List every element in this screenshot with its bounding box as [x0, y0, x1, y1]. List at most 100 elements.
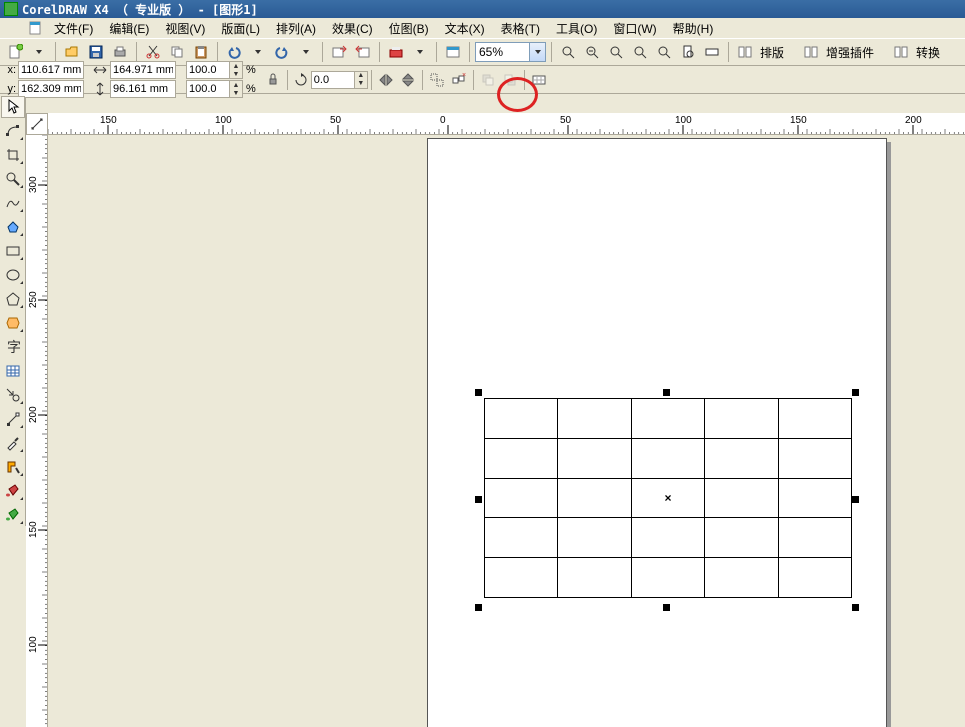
zoom-out-button[interactable]: [581, 41, 603, 63]
zoom-dropdown[interactable]: [530, 42, 546, 62]
handle-se[interactable]: [852, 604, 859, 611]
new-button[interactable]: [4, 41, 26, 63]
menu-item[interactable]: 窗口(W): [605, 18, 664, 39]
cut-button[interactable]: [142, 41, 164, 63]
welcome-button[interactable]: [442, 41, 464, 63]
menu-item[interactable]: 表格(T): [493, 18, 548, 39]
redo-button[interactable]: [271, 41, 293, 63]
ruler-horizontal[interactable]: 15010050050100150200250: [48, 113, 965, 135]
to-front-button[interactable]: [477, 69, 499, 91]
freehand-tool[interactable]: [1, 192, 25, 214]
menu-item[interactable]: 编辑(E): [101, 18, 157, 39]
convert-label[interactable]: 转换: [914, 44, 942, 61]
x-position-input[interactable]: [18, 61, 84, 79]
crop-tool[interactable]: [1, 144, 25, 166]
svg-text:150: 150: [100, 115, 117, 126]
menu-item[interactable]: 视图(V): [157, 18, 213, 39]
mirror-v-button[interactable]: [397, 69, 419, 91]
enhance-label[interactable]: 增强插件: [824, 44, 876, 61]
open-button[interactable]: [61, 41, 83, 63]
zoom-100-button[interactable]: [605, 41, 627, 63]
convert-curves-button[interactable]: [528, 69, 550, 91]
imposition-icon[interactable]: [734, 41, 756, 63]
zoom-input[interactable]: [475, 42, 530, 62]
ungroup-button[interactable]: [426, 69, 448, 91]
ungroup-all-button[interactable]: ×: [448, 69, 470, 91]
undo-button[interactable]: [223, 41, 245, 63]
copy-button[interactable]: [166, 41, 188, 63]
table-object[interactable]: ×: [484, 398, 852, 598]
interactive-fill-tool[interactable]: [1, 504, 25, 526]
save-button[interactable]: [85, 41, 107, 63]
menu-item[interactable]: 位图(B): [381, 18, 437, 39]
scale-y-input[interactable]: [186, 80, 230, 98]
rotation-icon: [293, 72, 309, 88]
pasteboard[interactable]: ×: [48, 135, 965, 727]
app-launcher-button[interactable]: [385, 41, 407, 63]
canvas-area[interactable]: ×: [48, 135, 965, 727]
rotation-spinner[interactable]: ▲▼: [355, 71, 368, 89]
handle-ne[interactable]: [852, 389, 859, 396]
shape-tool[interactable]: [1, 120, 25, 142]
redo-dropdown[interactable]: [295, 41, 317, 63]
paste-button[interactable]: [190, 41, 212, 63]
handle-nw[interactable]: [475, 389, 482, 396]
rotation-input[interactable]: [311, 71, 355, 89]
convert-icon[interactable]: [890, 41, 912, 63]
menu-item[interactable]: 帮助(H): [665, 18, 722, 39]
y-position-input[interactable]: [18, 80, 84, 98]
smart-fill-tool[interactable]: [1, 216, 25, 238]
print-button[interactable]: [109, 41, 131, 63]
zoom-selection-button[interactable]: [629, 41, 651, 63]
zoom-tool[interactable]: [1, 168, 25, 190]
interactive-tool[interactable]: [1, 408, 25, 430]
scale-x-spinner[interactable]: ▲▼: [230, 61, 243, 79]
scale-x-input[interactable]: [186, 61, 230, 79]
zoom-combo[interactable]: [475, 42, 546, 62]
dimension-tool[interactable]: [1, 384, 25, 406]
outline-tool[interactable]: [1, 456, 25, 478]
menu-item[interactable]: 版面(L): [213, 18, 268, 39]
ellipse-tool[interactable]: [1, 264, 25, 286]
handle-s[interactable]: [663, 604, 670, 611]
basic-shape-tool[interactable]: [1, 312, 25, 334]
undo-dropdown[interactable]: [247, 41, 269, 63]
handle-sw[interactable]: [475, 604, 482, 611]
zoom-page-button[interactable]: [677, 41, 699, 63]
imposition-label[interactable]: 排版: [758, 44, 786, 61]
text-tool[interactable]: 字: [1, 336, 25, 358]
svg-text:150: 150: [28, 521, 39, 538]
export-button[interactable]: [352, 41, 374, 63]
pick-tool[interactable]: [1, 96, 25, 118]
zoom-in-button[interactable]: [557, 41, 579, 63]
new-dropdown[interactable]: [28, 41, 50, 63]
table-tool[interactable]: [1, 360, 25, 382]
rectangle-tool[interactable]: [1, 240, 25, 262]
menu-item[interactable]: 排列(A): [268, 18, 324, 39]
eyedropper-tool[interactable]: [1, 432, 25, 454]
handle-e[interactable]: [852, 496, 859, 503]
height-icon: [92, 81, 108, 97]
enhance-icon[interactable]: [800, 41, 822, 63]
menu-item[interactable]: 效果(C): [324, 18, 381, 39]
height-input[interactable]: [110, 80, 176, 98]
app-launcher-dropdown[interactable]: [409, 41, 431, 63]
mirror-h-button[interactable]: [375, 69, 397, 91]
handle-w[interactable]: [475, 496, 482, 503]
zoom-width-button[interactable]: [701, 41, 723, 63]
lock-ratio-button[interactable]: [262, 69, 284, 91]
menu-item[interactable]: 工具(O): [548, 18, 605, 39]
fill-tool[interactable]: [1, 480, 25, 502]
width-input[interactable]: [110, 61, 176, 79]
zoom-all-button[interactable]: [653, 41, 675, 63]
scale-y-spinner[interactable]: ▲▼: [230, 80, 243, 98]
percent-label-2: %: [246, 83, 256, 95]
menu-item[interactable]: 文本(X): [437, 18, 493, 39]
polygon-tool[interactable]: [1, 288, 25, 310]
handle-n[interactable]: [663, 389, 670, 396]
to-back-button[interactable]: [499, 69, 521, 91]
menu-item[interactable]: 文件(F): [46, 18, 101, 39]
import-button[interactable]: [328, 41, 350, 63]
ruler-vertical[interactable]: 300250200150100: [26, 135, 48, 727]
ruler-origin[interactable]: [26, 113, 48, 135]
